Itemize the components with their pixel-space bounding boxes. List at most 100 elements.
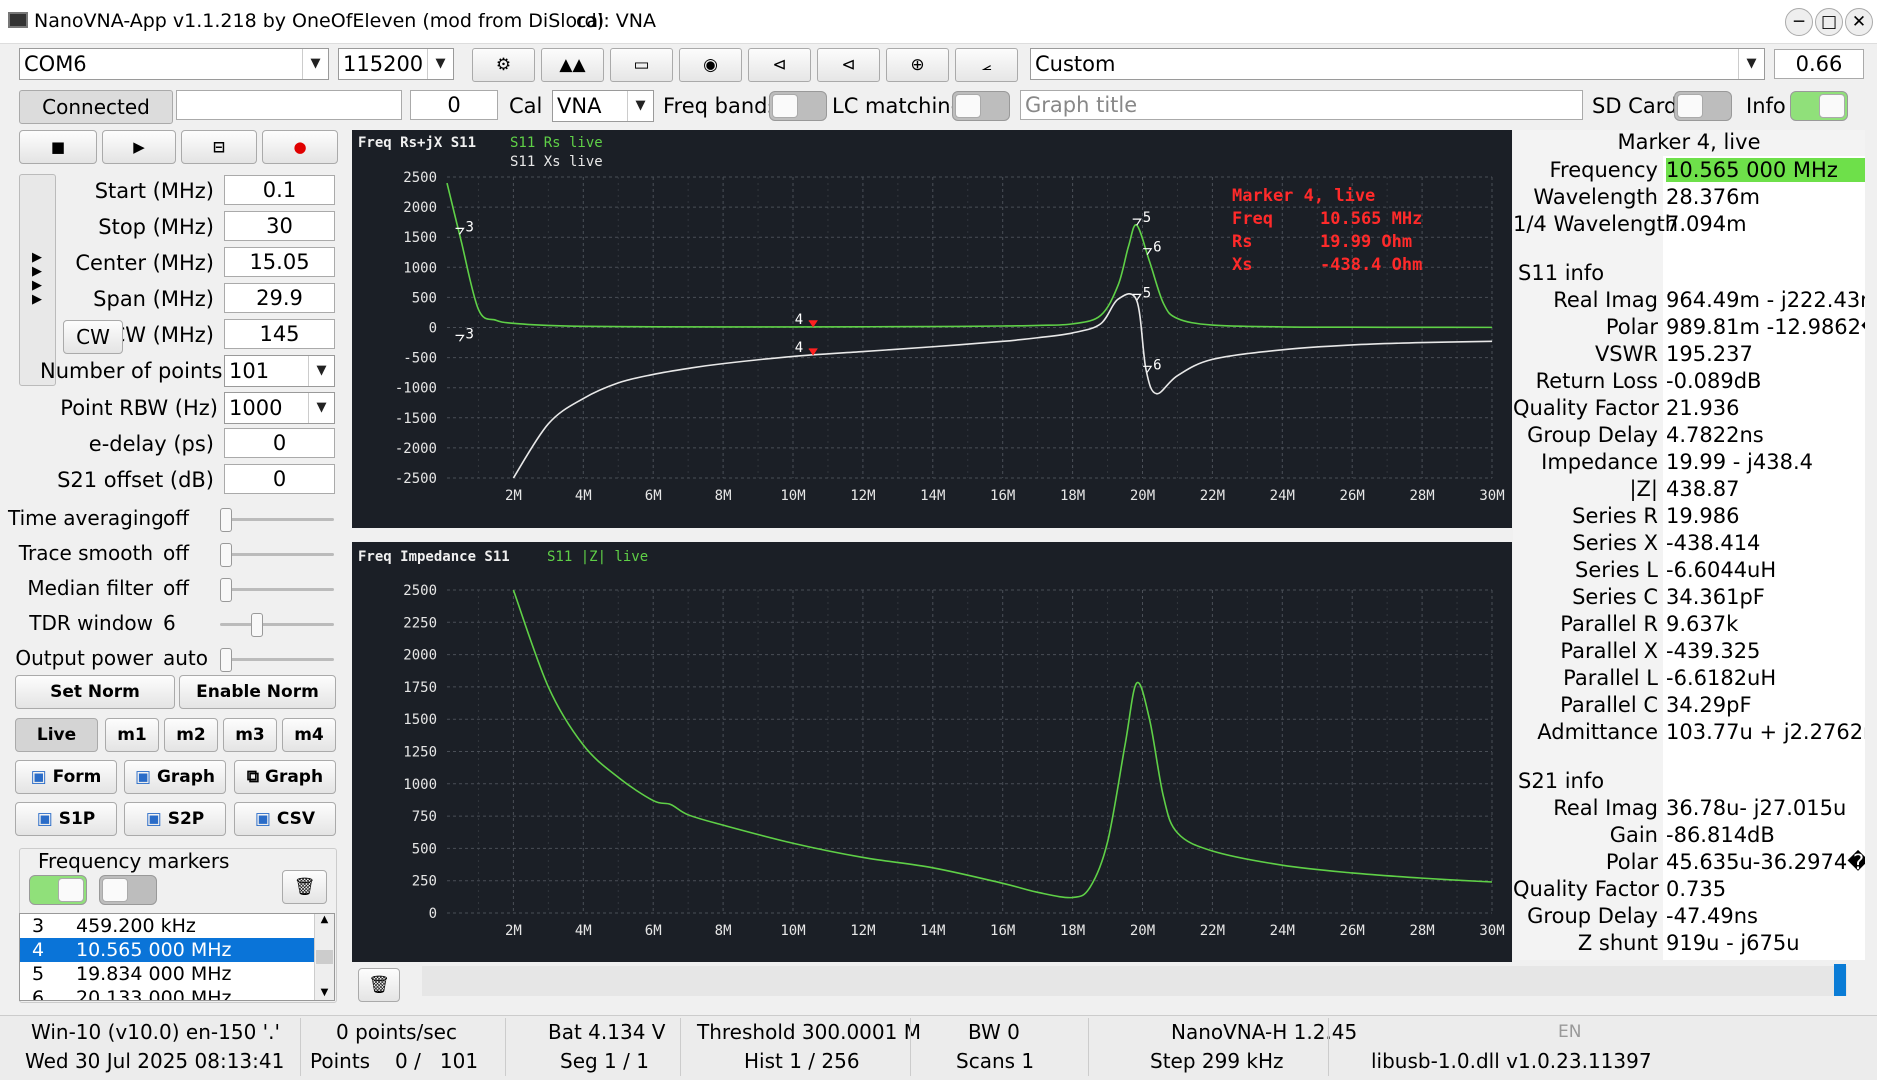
settings-icon[interactable]: ⚙ bbox=[472, 48, 535, 82]
info-value: -6.6182uH bbox=[1666, 666, 1777, 690]
marker-list-scrollbar[interactable]: ▲ ▼ bbox=[314, 914, 334, 1000]
marker-label: 3 bbox=[466, 219, 474, 235]
freq-field[interactable]: 145 bbox=[224, 319, 335, 349]
info-key: Group Delay bbox=[1527, 904, 1658, 928]
y-tick-label: 0 bbox=[429, 906, 437, 922]
sidebar-collapse-handle[interactable]: ▶ ▶ ▶ ▶ bbox=[19, 174, 56, 386]
freq-field[interactable]: 30 bbox=[224, 211, 335, 241]
slider-thumb[interactable] bbox=[220, 543, 232, 567]
sd-card-toggle[interactable] bbox=[1674, 91, 1732, 121]
freq-bands-toggle[interactable] bbox=[769, 91, 827, 121]
list-item[interactable]: 6 20.133 000 MHz bbox=[20, 986, 314, 1000]
legend-entry: S11 |Z| live bbox=[547, 549, 648, 565]
slider-value: 6 bbox=[163, 611, 176, 635]
m1-button[interactable]: m1 bbox=[105, 718, 159, 752]
slider[interactable] bbox=[220, 578, 334, 602]
lc-matching-toggle[interactable] bbox=[952, 91, 1010, 121]
info-key: Series X bbox=[1572, 531, 1658, 555]
device-field[interactable] bbox=[176, 90, 402, 120]
save-graph-button[interactable]: ▣ Graph bbox=[124, 760, 226, 794]
freq-field[interactable]: 29.9 bbox=[224, 283, 335, 313]
slider[interactable] bbox=[220, 508, 334, 532]
save-form-button[interactable]: ▣ Form bbox=[15, 760, 117, 794]
chevron-up-icon: ▲ bbox=[320, 914, 329, 925]
cal-mode-select[interactable]: VNA ▼ bbox=[552, 90, 654, 122]
copy-graph-button[interactable]: ⧉ Graph bbox=[234, 760, 336, 794]
connected-button[interactable]: Connected bbox=[19, 90, 173, 124]
list-item[interactable]: 3 459.200 kHz bbox=[20, 914, 314, 938]
points-select[interactable]: 101 ▼ bbox=[224, 355, 335, 387]
port-select[interactable]: COM6 ▼ bbox=[19, 48, 329, 80]
rbw-select[interactable]: 1000 ▼ bbox=[224, 392, 335, 424]
stop-button[interactable]: ■ bbox=[19, 130, 97, 164]
slider[interactable] bbox=[220, 648, 334, 672]
marker-toggle-off[interactable] bbox=[99, 875, 157, 905]
live-button[interactable]: Live bbox=[15, 718, 98, 752]
info-key: Parallel R bbox=[1560, 612, 1658, 636]
y-tick-label: -2000 bbox=[395, 441, 437, 457]
slider[interactable] bbox=[220, 543, 334, 567]
s11-info-title: S11 info bbox=[1518, 261, 1605, 285]
marker-label: 6 bbox=[1153, 240, 1161, 256]
close-button[interactable]: ✕ bbox=[1845, 8, 1873, 36]
play-button[interactable]: ▶ bbox=[102, 130, 176, 164]
slider-thumb[interactable] bbox=[220, 648, 232, 672]
zoom-field[interactable]: 0.66 bbox=[1774, 49, 1864, 79]
single-scan-button[interactable]: ⊟ bbox=[181, 130, 257, 164]
m4-button[interactable]: m4 bbox=[282, 718, 336, 752]
trash-icon[interactable]: 🗑 bbox=[358, 968, 400, 1002]
list-item[interactable]: 4 10.565 000 MHz bbox=[20, 938, 314, 962]
info-value: 36.78u- j27.015u bbox=[1666, 796, 1847, 820]
status-bw: BW 0 bbox=[968, 1020, 1020, 1044]
info-toggle[interactable] bbox=[1790, 91, 1848, 121]
marker-toggle-on[interactable] bbox=[29, 875, 87, 905]
y-tick-label: 1000 bbox=[403, 777, 437, 793]
freq-field[interactable]: 15.05 bbox=[224, 247, 335, 277]
save-csv-button[interactable]: ▣ CSV bbox=[234, 802, 336, 836]
list-item[interactable]: 5 19.834 000 MHz bbox=[20, 962, 314, 986]
enable-norm-button[interactable]: Enable Norm bbox=[179, 675, 336, 709]
cw-button[interactable]: CW bbox=[63, 320, 123, 354]
baud-select[interactable]: 115200 ▼ bbox=[338, 48, 454, 80]
freq-field[interactable]: 0.1 bbox=[224, 175, 335, 205]
reset-icon[interactable]: ⊲ bbox=[748, 48, 811, 82]
battery-icon[interactable]: ▭ bbox=[610, 48, 673, 82]
record-button[interactable]: ● bbox=[262, 130, 338, 164]
m2-button[interactable]: m2 bbox=[164, 718, 218, 752]
reset-icon[interactable]: ⊲ bbox=[817, 48, 880, 82]
graph-title-input[interactable]: Graph title bbox=[1020, 90, 1583, 120]
save-s2p-button[interactable]: ▣ S2P bbox=[124, 802, 226, 836]
language-indicator[interactable]: EN bbox=[1558, 1022, 1581, 1042]
x-tick-label: 22M bbox=[1200, 488, 1225, 504]
s21-offset-field[interactable]: 0 bbox=[224, 464, 335, 494]
marker-list[interactable]: 3 459.200 kHz 4 10.565 000 MHz 5 19.834 000 M… bbox=[19, 913, 335, 1001]
set-norm-button[interactable]: Set Norm bbox=[15, 675, 175, 709]
x-tick-label: 30M bbox=[1479, 488, 1504, 504]
save-s1p-button[interactable]: ▣ S1P bbox=[15, 802, 117, 836]
sd-card-label: SD Card bbox=[1592, 94, 1678, 118]
impedance-chart[interactable]: 2M 4M 6M 8M 10M 12M 14M 16M 18M 20M 22M 24M 26M 28M 30… bbox=[352, 542, 1512, 962]
info-value: 21.936 bbox=[1666, 396, 1740, 420]
rs-jx-chart[interactable]: 2M 4M 6M 8M 10M 12M 14M 16M 18M 20M 22M 24M 26M 28M 30… bbox=[352, 130, 1512, 528]
chart-title: Freq Impedance S11 bbox=[358, 549, 510, 565]
minimize-button[interactable]: ─ bbox=[1785, 8, 1813, 36]
trash-icon[interactable]: 🗑 bbox=[282, 870, 327, 904]
maximize-button[interactable]: □ bbox=[1815, 8, 1843, 36]
slider-thumb[interactable] bbox=[251, 613, 263, 637]
slider[interactable] bbox=[220, 613, 334, 637]
info-value: 19.986 bbox=[1666, 504, 1740, 528]
preset-select[interactable]: Custom ▼ bbox=[1030, 48, 1765, 80]
target-icon[interactable]: ⊕ bbox=[886, 48, 949, 82]
info-value: 7.094m bbox=[1666, 212, 1747, 236]
chart-icon[interactable]: ⦟ bbox=[955, 48, 1018, 82]
edelay-field[interactable]: 0 bbox=[224, 428, 335, 458]
slider-label: Time averaging bbox=[8, 506, 164, 530]
camera-icon[interactable]: ◉ bbox=[679, 48, 742, 82]
cal-count-field[interactable]: 0 bbox=[410, 90, 498, 120]
slider-thumb[interactable] bbox=[220, 578, 232, 602]
status-lib: libusb-1.0.dll v1.0.23.11397 bbox=[1371, 1049, 1652, 1073]
slider-thumb[interactable] bbox=[220, 508, 232, 532]
m3-button[interactable]: m3 bbox=[223, 718, 277, 752]
readout-value: 19.99 Ohm bbox=[1320, 232, 1412, 252]
expand-icon[interactable]: ▲▲ bbox=[541, 48, 604, 82]
